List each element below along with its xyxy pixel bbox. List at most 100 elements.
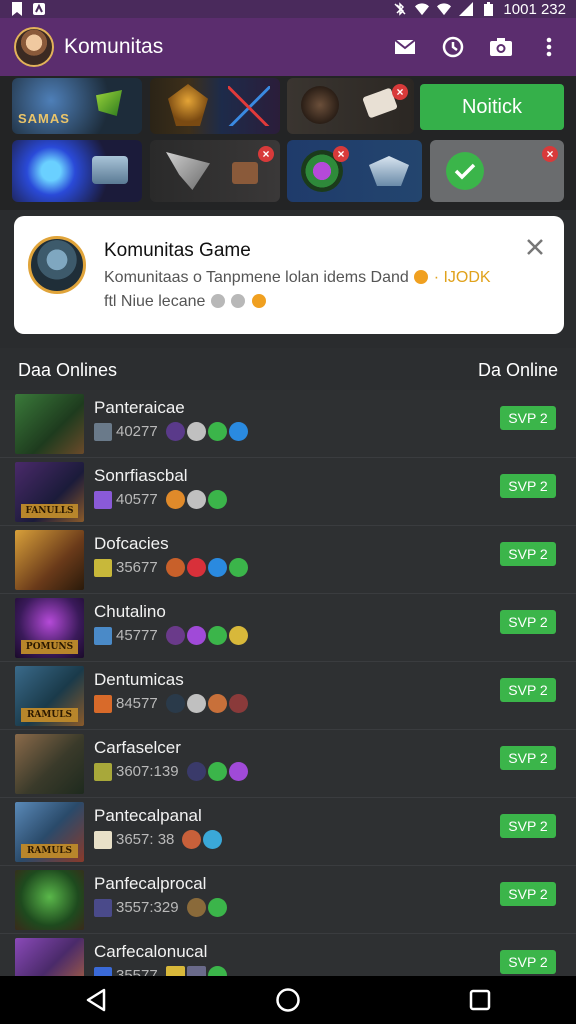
coin-icon bbox=[210, 294, 225, 308]
more-vert-icon[interactable] bbox=[536, 34, 562, 60]
list-item-name: Pantecalpanal bbox=[94, 806, 202, 825]
list-item[interactable]: RAMULS Dentumicas 84577 SVP 2 bbox=[0, 662, 576, 730]
badge-group bbox=[165, 558, 248, 577]
battery-icon bbox=[481, 2, 495, 16]
card-message-text: Komunitaas o Tanpmene lolan idems Dand bbox=[104, 269, 409, 286]
thumbnail-banner: RAMULS bbox=[21, 844, 78, 858]
blade-icon bbox=[166, 152, 210, 190]
list-item-meta: 3607:139 bbox=[94, 762, 248, 781]
game-thumbnail: FANULLS bbox=[15, 462, 84, 522]
svp-button[interactable]: SVP 2 bbox=[500, 882, 556, 906]
list-item-meta-value: 35677 bbox=[116, 559, 158, 576]
list-header: Daa Onlines Da Online bbox=[0, 348, 576, 392]
card-message-line1: Komunitaas o Tanpmene lolan idems Dand ·… bbox=[104, 269, 491, 287]
badge-icon bbox=[228, 694, 248, 713]
list-item-name: Panteraicae bbox=[94, 398, 185, 417]
list-header-right: Da Online bbox=[477, 359, 558, 380]
badge-icon bbox=[203, 830, 223, 849]
list-item-name: Dofcacies bbox=[94, 534, 169, 553]
svp-button[interactable]: SVP 2 bbox=[500, 474, 556, 498]
game-thumbnail: RAMULS bbox=[15, 802, 84, 862]
close-icon[interactable] bbox=[524, 236, 546, 258]
badge-group bbox=[165, 626, 248, 645]
badge-group bbox=[165, 694, 248, 713]
clock-icon[interactable] bbox=[440, 34, 466, 60]
list-item[interactable]: Panteraicae 40277 SVP 2 bbox=[0, 390, 576, 458]
svp-button[interactable]: SVP 2 bbox=[500, 746, 556, 770]
list-item[interactable]: Carfecalonucal 35577 SVP 2 bbox=[0, 934, 576, 980]
card-message-line2: ftl Niue lecane bbox=[104, 293, 267, 311]
player-icon bbox=[94, 422, 112, 441]
check-icon bbox=[446, 152, 484, 190]
camera-icon[interactable] bbox=[488, 34, 514, 60]
svp-button[interactable]: SVP 2 bbox=[500, 542, 556, 566]
badge-icon bbox=[207, 558, 227, 577]
game-tile[interactable]: × bbox=[150, 140, 280, 202]
badge-icon bbox=[186, 898, 206, 917]
clock-text: 1001 232 bbox=[503, 0, 566, 18]
list-item-meta-value: 3657: 38 bbox=[116, 831, 175, 848]
game-tile[interactable]: SAMAS bbox=[12, 78, 142, 134]
list-item-meta: 3557:329 bbox=[94, 898, 227, 917]
chest-icon bbox=[92, 156, 128, 184]
android-icon bbox=[32, 2, 46, 16]
user-avatar[interactable] bbox=[14, 27, 54, 67]
list-item-meta: 3657: 38 bbox=[94, 830, 223, 849]
game-thumbnail bbox=[15, 530, 84, 590]
badge-icon bbox=[207, 490, 227, 509]
close-icon[interactable]: × bbox=[333, 146, 349, 162]
game-thumbnail: RAMULS bbox=[15, 666, 84, 726]
player-icon bbox=[94, 762, 112, 781]
svp-button[interactable]: SVP 2 bbox=[500, 678, 556, 702]
game-tile[interactable]: × bbox=[430, 140, 564, 202]
badge-icon bbox=[165, 558, 185, 577]
badge-icon bbox=[165, 626, 185, 645]
list-item[interactable]: FANULLS Sonrfiascbal 40577 SVP 2 bbox=[0, 458, 576, 526]
list-item-meta: 84577 bbox=[94, 694, 248, 713]
card-title: Komunitas Game bbox=[104, 240, 251, 261]
home-icon[interactable] bbox=[268, 980, 308, 1020]
player-icon bbox=[94, 626, 112, 645]
list-item[interactable]: Dofcacies 35677 SVP 2 bbox=[0, 526, 576, 594]
list-item-meta: 45777 bbox=[94, 626, 248, 645]
svp-button[interactable]: SVP 2 bbox=[500, 610, 556, 634]
close-icon[interactable]: × bbox=[392, 84, 408, 100]
bluetooth-off-icon bbox=[393, 2, 407, 16]
bookmark-icon bbox=[10, 2, 24, 16]
list-item[interactable]: Panfecalprocal 3557:329 SVP 2 bbox=[0, 866, 576, 934]
signal-icon bbox=[459, 2, 474, 16]
game-tile[interactable]: × bbox=[287, 78, 414, 134]
close-icon[interactable]: × bbox=[542, 146, 558, 162]
svp-button[interactable]: SVP 2 bbox=[500, 814, 556, 838]
player-icon bbox=[94, 898, 112, 917]
svp-button[interactable]: SVP 2 bbox=[500, 406, 556, 430]
badge-group bbox=[186, 762, 248, 781]
badge-icon bbox=[228, 422, 248, 441]
mail-icon[interactable] bbox=[392, 34, 418, 60]
thumbnail-banner: POMUNS bbox=[21, 640, 78, 654]
list-item-meta: 40577 bbox=[94, 490, 227, 509]
notick-button[interactable]: Noitick bbox=[420, 84, 564, 130]
badge-icon bbox=[186, 626, 206, 645]
back-icon[interactable] bbox=[76, 980, 116, 1020]
game-tile[interactable]: × bbox=[287, 140, 422, 202]
list-item[interactable]: Carfaselcer 3607:139 SVP 2 bbox=[0, 730, 576, 798]
badge-icon bbox=[186, 558, 206, 577]
close-icon[interactable]: × bbox=[258, 146, 274, 162]
game-tile[interactable] bbox=[12, 140, 142, 202]
game-tile[interactable] bbox=[150, 78, 280, 134]
list-item[interactable]: POMUNS Chutalino 45777 SVP 2 bbox=[0, 594, 576, 662]
list-item[interactable]: RAMULS Pantecalpanal 3657: 38 SVP 2 bbox=[0, 798, 576, 866]
game-thumbnail bbox=[15, 734, 84, 794]
badge-group bbox=[165, 422, 248, 441]
badge-icon bbox=[207, 694, 227, 713]
badge-icon bbox=[207, 626, 227, 645]
list-item-name: Chutalino bbox=[94, 602, 166, 621]
recents-icon[interactable] bbox=[460, 980, 500, 1020]
swords-icon bbox=[228, 86, 270, 126]
app-bar: Komunitas bbox=[0, 18, 576, 76]
svp-button[interactable]: SVP 2 bbox=[500, 950, 556, 974]
list-item-meta: 40277 bbox=[94, 422, 248, 441]
status-bar: 1001 232 bbox=[0, 0, 576, 18]
notification-card[interactable]: Komunitas Game Komunitaas o Tanpmene lol… bbox=[14, 216, 564, 334]
